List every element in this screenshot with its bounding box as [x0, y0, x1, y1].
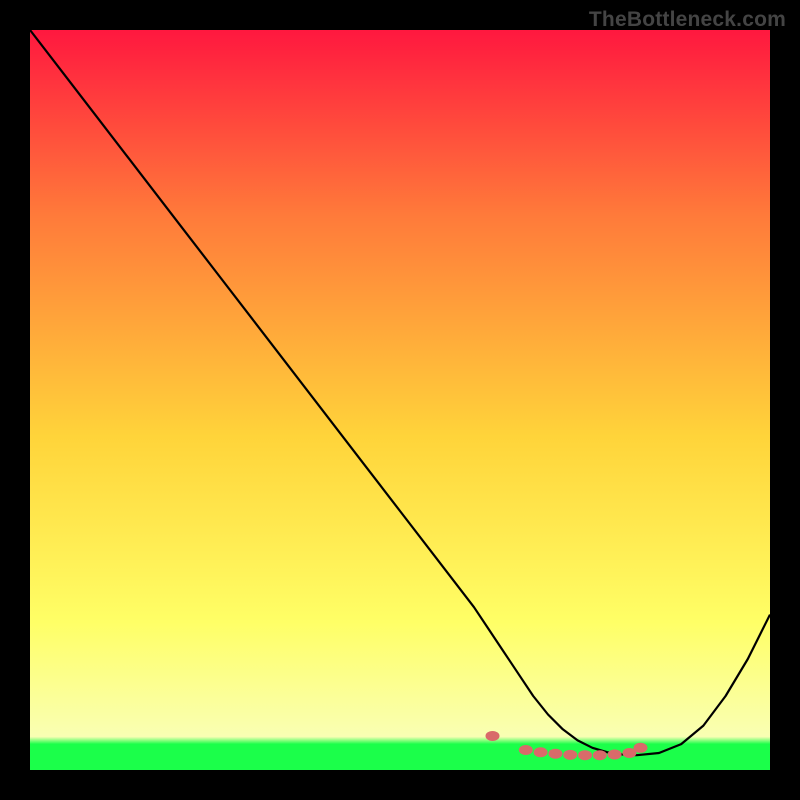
plot-area: [30, 30, 770, 770]
minimum-dot: [534, 747, 548, 757]
chart-container: TheBottleneck.com: [0, 0, 800, 800]
minimum-dot: [563, 750, 577, 760]
minimum-dot: [634, 743, 648, 753]
minimum-dot: [608, 749, 622, 759]
minimum-dot: [486, 731, 500, 741]
chart-svg: [30, 30, 770, 770]
watermark-text: TheBottleneck.com: [589, 8, 786, 32]
minimum-dot: [519, 745, 533, 755]
minimum-dot: [548, 749, 562, 759]
minimum-dot: [578, 750, 592, 760]
minimum-dot: [593, 750, 607, 760]
chart-background: [30, 30, 770, 770]
